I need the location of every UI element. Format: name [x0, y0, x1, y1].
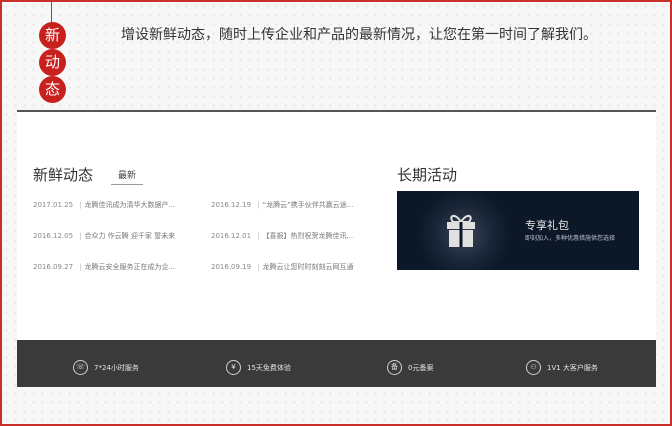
news-date: 2016.09.19 [211, 263, 252, 271]
news-link[interactable]: 龙腾佳讯成为清华大数据产... [84, 201, 175, 209]
news-date: 2017.01.25 [33, 201, 74, 209]
news-separator: | [257, 263, 260, 271]
footer-label: 0元备案 [408, 363, 434, 372]
gift-icon [447, 215, 475, 247]
promo-banner[interactable]: 专享礼包 即刻加入，多种优惠措施供您选择 [397, 191, 639, 270]
news-separator: | [257, 201, 260, 209]
footer-item-trial[interactable]: ¥ 15天免费体验 [226, 360, 291, 375]
promo-title: 专享礼包 [525, 219, 569, 232]
news-separator: | [79, 232, 82, 240]
service-footer: ☏ 7*24小时服务 ¥ 15天免费体验 备 0元备案 ⚇ 1V1 大客户服务 [17, 340, 656, 387]
promo-subtitle: 即刻加入，多种优惠措施供您选择 [525, 235, 616, 242]
footer-label: 15天免费体验 [247, 363, 291, 372]
news-separator: | [257, 232, 260, 240]
news-item[interactable]: 2016.09.27 | 龙腾云安全服务正在成为企... [33, 262, 175, 272]
footer-item-record[interactable]: 备 0元备案 [387, 360, 433, 375]
footer-label: 1V1 大客户服务 [547, 363, 598, 372]
news-item[interactable]: 2017.01.25 | 龙腾佳讯成为清华大数据产... [33, 200, 175, 210]
footer-item-vip[interactable]: ⚇ 1V1 大客户服务 [526, 360, 598, 375]
news-item[interactable]: 2016.12.19 | “龙腾云”携手伙伴共赢云途... [211, 200, 353, 210]
yen-icon: ¥ [226, 360, 241, 375]
news-item[interactable]: 2016.09.19 | 龙腾云让您时时刻刻云网互通 [211, 262, 353, 272]
news-date: 2016.09.27 [33, 263, 74, 271]
record-icon: 备 [387, 360, 402, 375]
activity-section-title: 长期活动 [397, 166, 458, 184]
content-panel: 新鲜动态 最新 2017.01.25 | 龙腾佳讯成为清华大数据产... 2016.… [17, 110, 656, 340]
news-link[interactable]: 合众力 作云腾 迎千家 誓未来 [84, 232, 175, 240]
news-item[interactable]: 2016.12.01 | 【喜报】热烈祝贺龙腾佳讯... [211, 231, 353, 241]
badge-char-1: 新 [39, 22, 66, 49]
news-item[interactable]: 2016.12.05 | 合众力 作云腾 迎千家 誓未来 [33, 231, 175, 241]
footer-item-service[interactable]: ☏ 7*24小时服务 [73, 360, 139, 375]
news-date: 2016.12.01 [211, 232, 252, 240]
badge-char-3: 态 [39, 76, 66, 103]
badge-hanger-line [51, 0, 52, 22]
badge-char-2: 动 [39, 49, 66, 76]
news-link[interactable]: 龙腾云安全服务正在成为企... [84, 263, 175, 271]
news-separator: | [79, 201, 82, 209]
tab-latest[interactable]: 最新 [111, 168, 143, 185]
news-section-title: 新鲜动态 [33, 166, 94, 184]
news-date: 2016.12.19 [211, 201, 252, 209]
news-link[interactable]: 【喜报】热烈祝贺龙腾佳讯... [262, 232, 353, 240]
vip-icon: ⚇ [526, 360, 541, 375]
intro-text: 增设新鲜动态，随时上传企业和产品的最新情况，让您在第一时间了解我们。 [121, 27, 597, 43]
phone-icon: ☏ [73, 360, 88, 375]
footer-label: 7*24小时服务 [94, 363, 139, 372]
news-date: 2016.12.05 [33, 232, 74, 240]
news-link[interactable]: 龙腾云让您时时刻刻云网互通 [262, 263, 353, 271]
news-separator: | [79, 263, 82, 271]
news-link[interactable]: “龙腾云”携手伙伴共赢云途... [262, 201, 353, 209]
